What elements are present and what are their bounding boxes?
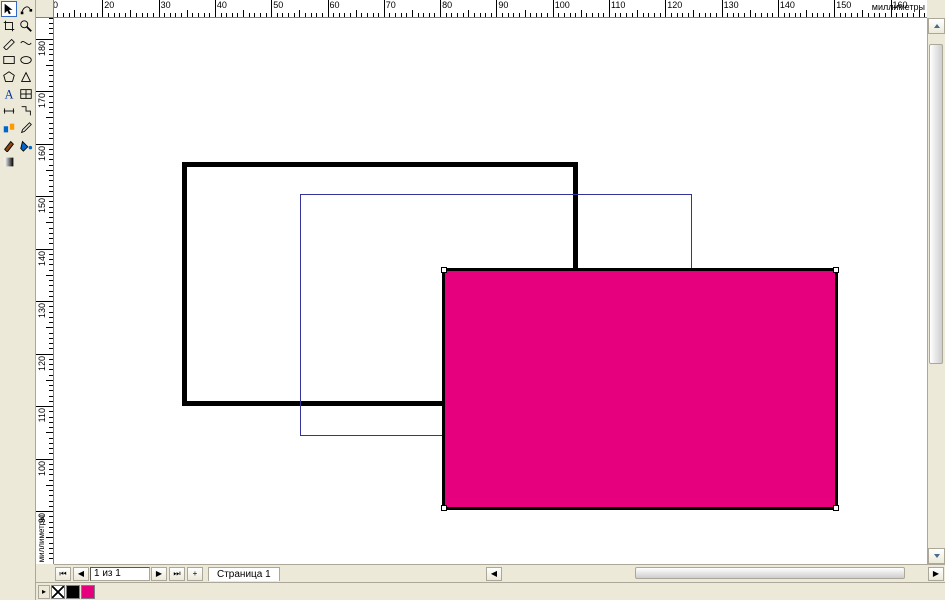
fill-tool[interactable] — [18, 137, 34, 153]
rectangle-tool[interactable] — [1, 52, 17, 68]
page-tab[interactable]: Страница 1 — [208, 567, 280, 581]
svg-text:A: A — [5, 87, 14, 101]
canvas[interactable] — [54, 18, 927, 564]
interactive-fill-tool[interactable] — [1, 154, 17, 170]
add-page-button[interactable]: + — [187, 567, 203, 581]
ruler-v-label: 130 — [37, 303, 47, 318]
ruler-unit-label: миллиметры — [872, 2, 925, 12]
shape-tool[interactable] — [18, 1, 34, 17]
ruler-v-unit-label: миллиметры — [37, 515, 46, 562]
work-area: миллиметры 10 20 30 40 50 60 70 80 90 100 110 120 13… — [36, 0, 945, 600]
ruler-h-label: 110 — [611, 0, 625, 10]
last-page-button[interactable]: ⏭ — [169, 567, 185, 581]
freehand-tool[interactable] — [1, 35, 17, 51]
smart-drawing-tool[interactable] — [18, 35, 34, 51]
polygon-tool[interactable] — [1, 69, 17, 85]
selection-handle-br[interactable] — [833, 505, 839, 511]
prev-page-button[interactable]: ◀ — [73, 567, 89, 581]
horizontal-ruler[interactable]: 102030405060708090100110120130140150160 — [54, 0, 927, 18]
ruler-h-label: 90 — [498, 0, 508, 10]
color-swatch-magenta[interactable] — [81, 585, 95, 599]
selection-handle-tr[interactable] — [833, 267, 839, 273]
horizontal-scroll-thumb[interactable] — [635, 567, 905, 579]
next-page-button[interactable]: ▶ — [151, 567, 167, 581]
color-swatch-black[interactable] — [66, 585, 80, 599]
ruler-h-label: 120 — [667, 0, 682, 10]
ruler-v-label: 110 — [37, 408, 47, 422]
ruler-h-label: 140 — [780, 0, 795, 10]
vertical-scroll-thumb[interactable] — [929, 44, 943, 364]
crop-tool[interactable] — [1, 18, 17, 34]
ruler-h-label: 50 — [273, 0, 283, 10]
ruler-h-label: 40 — [217, 0, 227, 10]
ruler-origin[interactable] — [36, 0, 54, 18]
ruler-h-label: 30 — [161, 0, 171, 10]
vertical-ruler[interactable]: миллиметры 19018017016015014013012011010… — [36, 18, 54, 564]
page-number-input[interactable] — [90, 567, 150, 581]
eyedropper-tool[interactable] — [18, 120, 34, 136]
ruler-v-label: 150 — [37, 198, 47, 213]
ruler-h-label: 130 — [724, 0, 739, 10]
basic-shapes-tool[interactable] — [18, 69, 34, 85]
ruler-v-label: 120 — [37, 356, 47, 371]
scroll-down-button[interactable] — [928, 548, 945, 564]
ruler-h-label: 70 — [386, 0, 396, 10]
text-tool[interactable]: A — [1, 86, 17, 102]
ruler-v-label: 140 — [37, 251, 47, 266]
no-fill-swatch[interactable] — [51, 585, 65, 599]
connector-tool[interactable] — [18, 103, 34, 119]
ruler-h-label: 80 — [442, 0, 452, 10]
vertical-scrollbar[interactable] — [927, 18, 945, 564]
ruler-h-label: 60 — [330, 0, 340, 10]
ruler-v-label: 160 — [37, 146, 47, 161]
ellipse-tool[interactable] — [18, 52, 34, 68]
hscroll-left-button[interactable]: ◀ — [486, 567, 502, 581]
first-page-button[interactable]: ⏮ — [55, 567, 71, 581]
table-tool[interactable] — [18, 86, 34, 102]
hscroll-right-button[interactable]: ▶ — [928, 567, 944, 581]
dimension-tool[interactable] — [1, 103, 17, 119]
ruler-h-label: 20 — [104, 0, 114, 10]
palette-scroll-left[interactable]: ▸ — [38, 585, 50, 599]
selection-handle-tl[interactable] — [441, 267, 447, 273]
pick-tool[interactable] — [1, 1, 17, 17]
ruler-v-label: 180 — [37, 41, 47, 56]
scroll-up-button[interactable] — [928, 18, 945, 34]
ruler-v-label: 100 — [37, 461, 47, 476]
color-palette-bar: ▸ — [36, 582, 945, 600]
toolbox: A — [0, 0, 36, 600]
horizontal-scrollbar[interactable] — [505, 567, 925, 581]
selection-handle-bl[interactable] — [441, 505, 447, 511]
ruler-h-label: 150 — [836, 0, 851, 10]
ruler-h-label: 10 — [54, 0, 58, 10]
ruler-h-label: 100 — [555, 0, 570, 10]
zoom-tool[interactable] — [18, 18, 34, 34]
ruler-v-label: 170 — [37, 93, 47, 108]
rectangle-magenta-selected[interactable] — [442, 268, 838, 510]
interactive-blend-tool[interactable] — [1, 120, 17, 136]
app-window: A миллиметры 10 20 30 40 50 60 70 80 90 100 110 120… — [0, 0, 945, 600]
outline-tool[interactable] — [1, 137, 17, 153]
page-navigation-bar: ⏮ ◀ ▶ ⏭ + Страница 1 ◀ ▶ — [54, 564, 945, 582]
